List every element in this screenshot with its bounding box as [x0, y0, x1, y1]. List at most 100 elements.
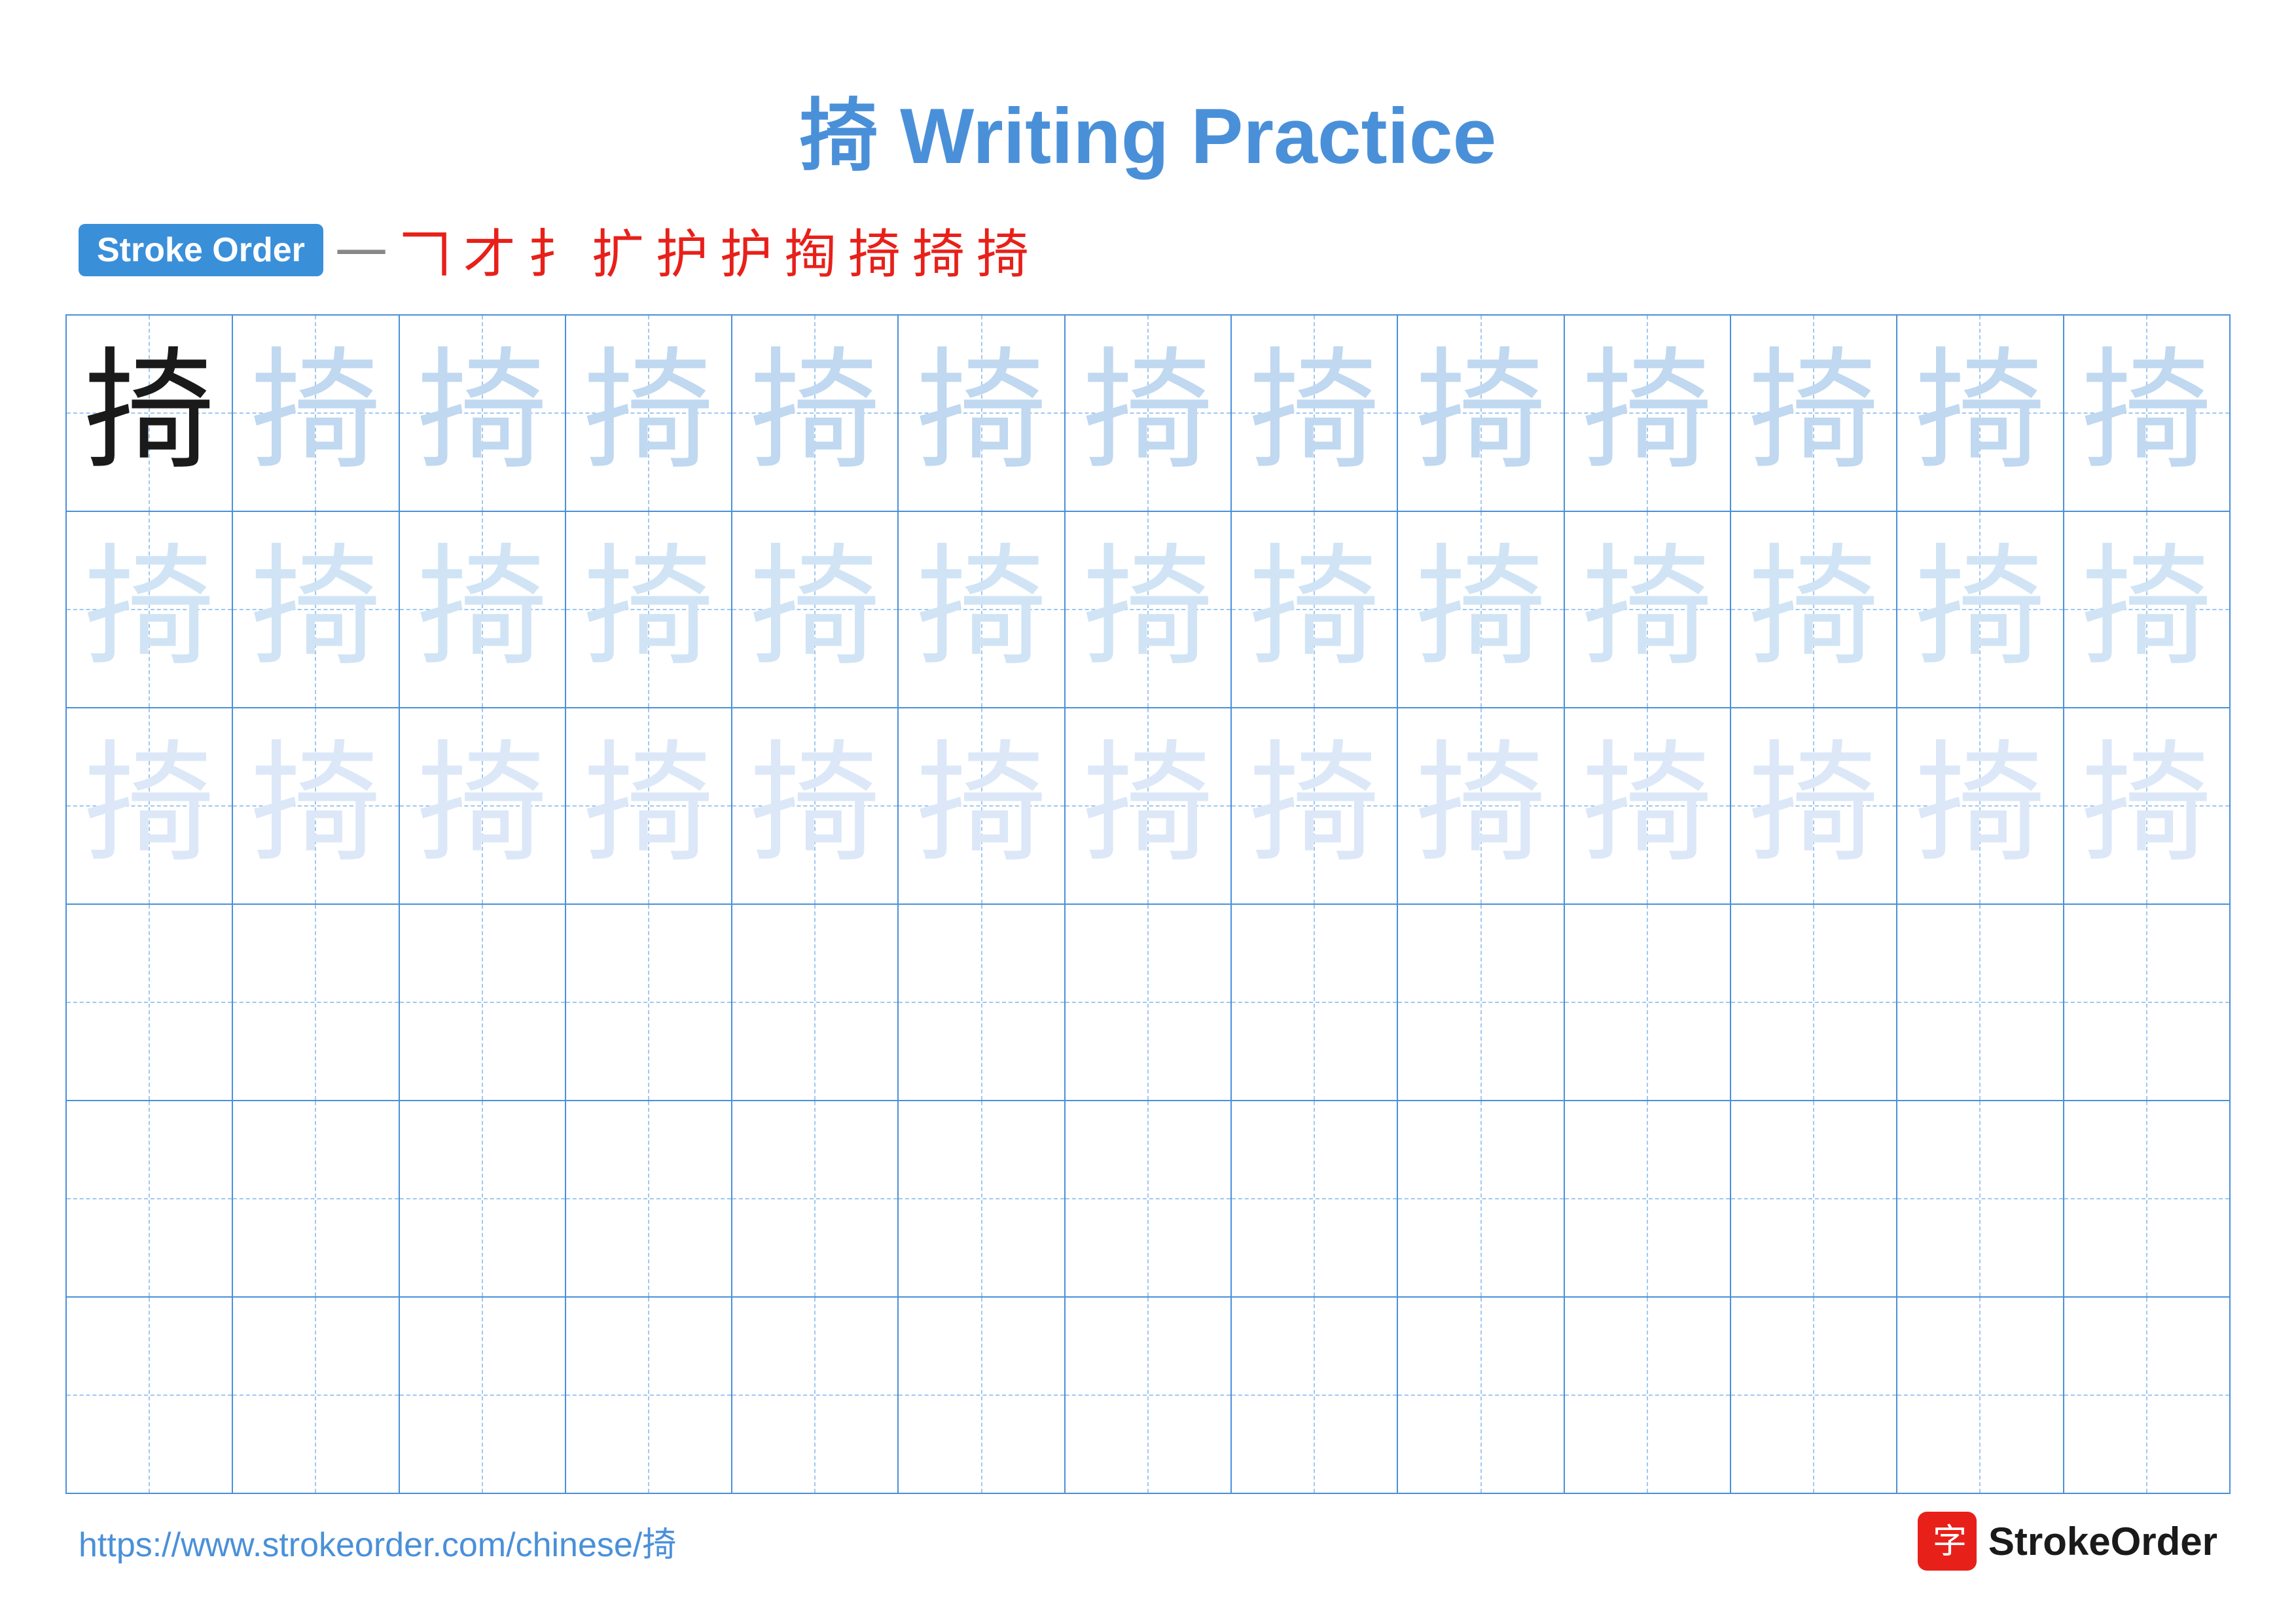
grid-cell[interactable]	[898, 1297, 1064, 1493]
grid-cell[interactable]	[1731, 904, 1897, 1101]
grid-cell[interactable]	[565, 1297, 732, 1493]
grid-cell[interactable]: 掎	[1065, 511, 1231, 708]
grid-cell[interactable]: 掎	[399, 315, 565, 511]
grid-cell[interactable]	[2064, 1101, 2230, 1297]
footer: https://www.strokeorder.com/chinese/掎 字 …	[0, 1512, 2296, 1571]
grid-cell[interactable]	[1897, 1101, 2063, 1297]
grid-cell[interactable]	[1065, 1101, 1231, 1297]
grid-cell[interactable]: 掎	[2064, 315, 2230, 511]
grid-cell[interactable]	[732, 1101, 898, 1297]
grid-cell[interactable]: 掎	[1731, 315, 1897, 511]
grid-cell[interactable]	[1231, 904, 1397, 1101]
grid-cell[interactable]	[1065, 904, 1231, 1101]
grid-cell[interactable]: 掎	[1897, 511, 2063, 708]
practice-grid: 掎 掎 掎 掎 掎 掎 掎 掎 掎 掎 掎 掎 掎 掎 掎 掎 掎 掎 掎 掎 …	[65, 314, 2231, 1494]
grid-cell[interactable]: 掎	[1564, 315, 1731, 511]
char-display: 掎	[749, 733, 880, 878]
grid-cell[interactable]	[232, 904, 399, 1101]
grid-cell[interactable]: 掎	[1065, 708, 1231, 904]
char-display: 掎	[749, 537, 880, 682]
grid-cell[interactable]	[1564, 1101, 1731, 1297]
grid-cell[interactable]: 掎	[565, 708, 732, 904]
footer-url[interactable]: https://www.strokeorder.com/chinese/掎	[79, 1517, 676, 1566]
grid-cell[interactable]	[1231, 1101, 1397, 1297]
grid-cell[interactable]	[2064, 1297, 2230, 1493]
grid-cell[interactable]	[399, 1297, 565, 1493]
char-display: 掎	[417, 340, 548, 485]
grid-cell[interactable]: 掎	[232, 708, 399, 904]
grid-cell[interactable]	[565, 1101, 732, 1297]
grid-cell[interactable]	[732, 904, 898, 1101]
practice-grid-wrapper: 掎 掎 掎 掎 掎 掎 掎 掎 掎 掎 掎 掎 掎 掎 掎 掎 掎 掎 掎 掎 …	[0, 314, 2296, 1494]
char-display: 掎	[1083, 537, 1213, 682]
grid-cell[interactable]: 掎	[66, 315, 232, 511]
grid-cell[interactable]: 掎	[66, 708, 232, 904]
grid-row-3: 掎 掎 掎 掎 掎 掎 掎 掎 掎 掎 掎 掎 掎	[66, 708, 2230, 904]
grid-cell[interactable]	[1397, 1297, 1564, 1493]
grid-cell[interactable]: 掎	[399, 511, 565, 708]
char-display: 掎	[84, 733, 215, 878]
grid-cell[interactable]	[1731, 1297, 1897, 1493]
grid-cell[interactable]	[66, 1101, 232, 1297]
grid-cell[interactable]: 掎	[565, 315, 732, 511]
grid-cell[interactable]: 掎	[1897, 708, 2063, 904]
stroke-2: 𠃍	[399, 212, 452, 288]
grid-cell[interactable]	[565, 904, 732, 1101]
grid-cell[interactable]: 掎	[898, 708, 1064, 904]
grid-cell[interactable]: 掎	[1231, 708, 1397, 904]
grid-cell[interactable]	[898, 1101, 1064, 1297]
grid-cell[interactable]: 掎	[1731, 708, 1897, 904]
grid-cell[interactable]: 掎	[1397, 511, 1564, 708]
grid-cell[interactable]: 掎	[399, 708, 565, 904]
grid-cell[interactable]: 掎	[898, 511, 1064, 708]
grid-cell[interactable]: 掎	[732, 315, 898, 511]
char-display: 掎	[1914, 537, 2045, 682]
grid-cell[interactable]: 掎	[1897, 315, 2063, 511]
char-display: 掎	[2081, 537, 2212, 682]
grid-cell[interactable]	[1397, 1101, 1564, 1297]
grid-cell[interactable]	[232, 1297, 399, 1493]
char-display: 掎	[1914, 340, 2045, 485]
grid-cell[interactable]: 掎	[1231, 315, 1397, 511]
grid-cell[interactable]: 掎	[1065, 315, 1231, 511]
grid-cell[interactable]	[1564, 1297, 1731, 1493]
grid-cell[interactable]	[1897, 904, 2063, 1101]
char-display: 掎	[1748, 340, 1879, 485]
grid-cell[interactable]	[1397, 904, 1564, 1101]
grid-cell[interactable]	[1231, 1297, 1397, 1493]
grid-cell[interactable]	[1731, 1101, 1897, 1297]
grid-cell[interactable]: 掎	[732, 511, 898, 708]
footer-logo: 字 StrokeOrder	[1918, 1512, 2217, 1571]
grid-cell[interactable]	[1065, 1297, 1231, 1493]
grid-cell[interactable]: 掎	[1231, 511, 1397, 708]
char-display: 掎	[2081, 733, 2212, 878]
grid-cell[interactable]: 掎	[1564, 708, 1731, 904]
char-display: 掎	[1416, 537, 1547, 682]
grid-cell[interactable]: 掎	[1397, 708, 1564, 904]
grid-cell[interactable]: 掎	[565, 511, 732, 708]
grid-cell[interactable]: 掎	[2064, 511, 2230, 708]
grid-cell[interactable]: 掎	[1731, 511, 1897, 708]
grid-cell[interactable]: 掎	[66, 511, 232, 708]
stroke-8: 掏	[784, 212, 836, 288]
stroke-10: 掎	[912, 212, 965, 288]
grid-cell[interactable]	[66, 1297, 232, 1493]
grid-cell[interactable]	[66, 904, 232, 1101]
grid-cell[interactable]	[2064, 904, 2230, 1101]
grid-row-1: 掎 掎 掎 掎 掎 掎 掎 掎 掎 掎 掎 掎 掎	[66, 315, 2230, 511]
grid-cell[interactable]: 掎	[232, 315, 399, 511]
grid-cell[interactable]: 掎	[1397, 315, 1564, 511]
grid-cell[interactable]: 掎	[2064, 708, 2230, 904]
grid-cell[interactable]	[1564, 904, 1731, 1101]
grid-cell[interactable]	[732, 1297, 898, 1493]
grid-cell[interactable]: 掎	[898, 315, 1064, 511]
logo-icon: 字	[1918, 1512, 1977, 1571]
grid-cell[interactable]	[399, 1101, 565, 1297]
grid-cell[interactable]	[898, 904, 1064, 1101]
grid-cell[interactable]: 掎	[1564, 511, 1731, 708]
grid-cell[interactable]: 掎	[732, 708, 898, 904]
grid-cell[interactable]: 掎	[232, 511, 399, 708]
grid-cell[interactable]	[232, 1101, 399, 1297]
grid-cell[interactable]	[1897, 1297, 2063, 1493]
grid-cell[interactable]	[399, 904, 565, 1101]
